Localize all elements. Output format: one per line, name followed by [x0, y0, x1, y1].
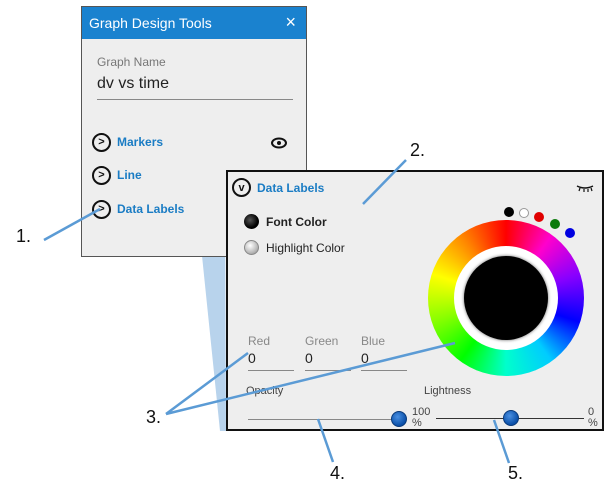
swatch-blue[interactable]: [565, 228, 575, 238]
swatch-white[interactable]: [519, 208, 529, 218]
eye-open-icon[interactable]: [271, 137, 287, 149]
red-input[interactable]: 0: [248, 350, 294, 371]
chevron-right-icon: >: [92, 199, 111, 219]
callout-3: 3.: [146, 407, 162, 427]
eye-closed-icon[interactable]: [576, 184, 594, 192]
accordion-markers[interactable]: > Markers: [92, 131, 163, 153]
opacity-slider-track[interactable]: [248, 419, 398, 420]
blue-input[interactable]: 0: [361, 350, 407, 371]
accordion-line[interactable]: > Line: [92, 164, 142, 186]
accordion-label: Line: [117, 168, 142, 182]
callout-2: 2.: [410, 140, 426, 160]
radio-unselected-icon: [244, 240, 259, 255]
panel-title: Graph Design Tools: [89, 15, 212, 31]
accordion-label: Markers: [117, 135, 164, 149]
close-icon[interactable]: ×: [285, 12, 296, 32]
callout-1: 1.: [16, 226, 32, 246]
accordion-label: Data Labels: [117, 202, 185, 216]
lightness-label: Lightness: [424, 385, 472, 397]
data-labels-panel: v Data Labels Font Color Highlight Color…: [226, 170, 604, 431]
highlight-color-label: Highlight Color: [266, 240, 345, 255]
green-input[interactable]: 0: [305, 350, 351, 371]
swatch-red[interactable]: [534, 212, 544, 222]
swatch-black[interactable]: [504, 207, 514, 217]
current-color-preview: [464, 256, 548, 340]
chevron-right-icon: >: [92, 132, 111, 152]
font-color-radio[interactable]: Font Color: [244, 214, 327, 229]
blue-label: Blue: [361, 334, 386, 348]
opacity-slider-thumb[interactable]: [391, 411, 407, 427]
green-label: Green: [305, 334, 339, 348]
font-color-label: Font Color: [266, 214, 327, 229]
chevron-down-icon: v: [232, 178, 251, 197]
color-wheel[interactable]: [428, 220, 584, 376]
data-labels-header[interactable]: v Data Labels: [232, 178, 324, 197]
chevron-right-icon: >: [92, 165, 111, 185]
lightness-slider-thumb[interactable]: [503, 410, 519, 426]
lightness-min-label: 100 %: [412, 406, 431, 429]
panel-header: Graph Design Tools ×: [82, 7, 306, 39]
swatch-green[interactable]: [550, 219, 560, 229]
section-title: Data Labels: [257, 180, 325, 195]
callout-4: 4.: [330, 463, 346, 483]
callout-5: 5.: [508, 463, 524, 483]
lightness-max-label: 0 %: [588, 406, 598, 429]
color-wheel-inner-ring: [454, 246, 558, 350]
accordion-data-labels[interactable]: > Data Labels: [92, 198, 184, 220]
red-label: Red: [248, 334, 271, 348]
opacity-label: Opacity: [246, 385, 284, 397]
graph-name-input[interactable]: dv vs time: [97, 75, 169, 93]
input-underline: [97, 99, 293, 100]
graph-name-label: Graph Name: [97, 55, 166, 69]
highlight-color-radio[interactable]: Highlight Color: [244, 240, 345, 255]
radio-selected-icon: [244, 214, 259, 229]
